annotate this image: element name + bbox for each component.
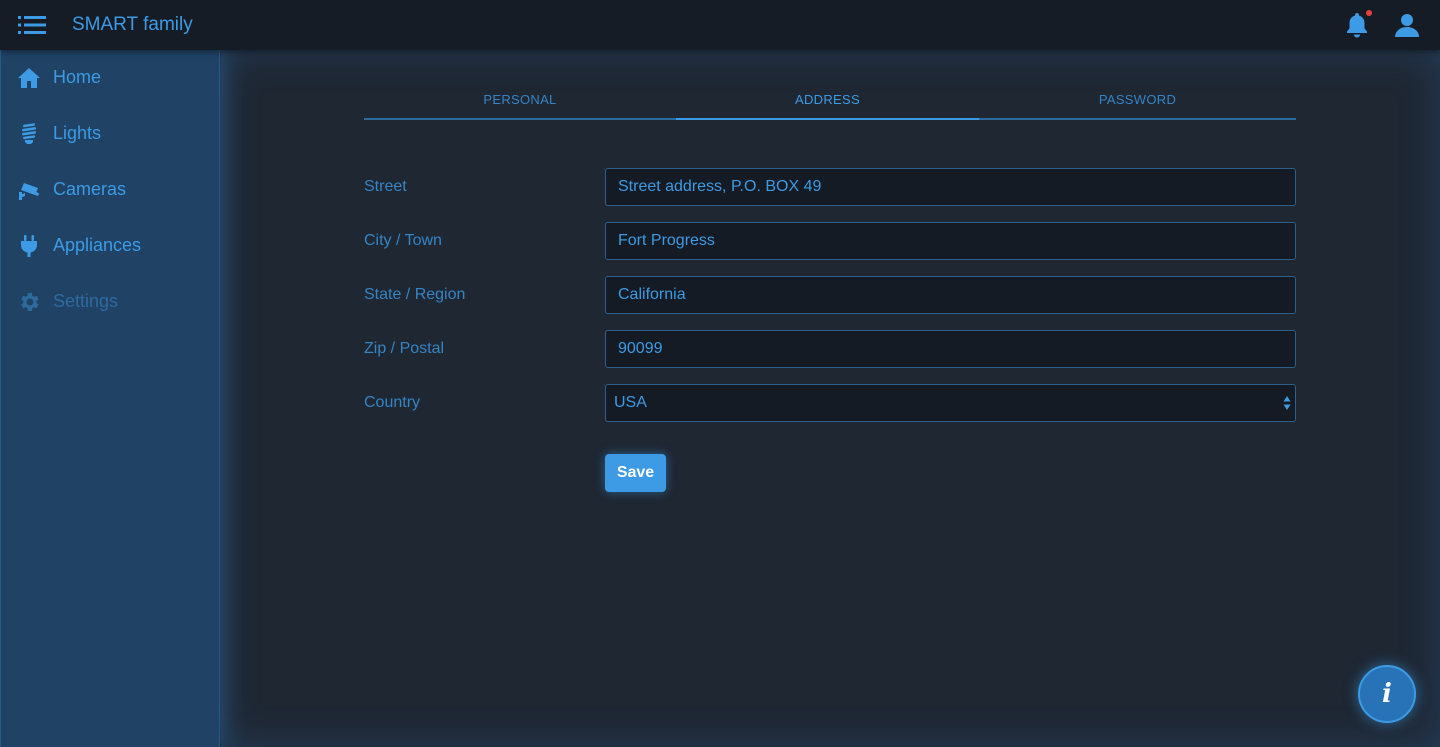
notification-dot [1366,10,1372,16]
street-label: Street [364,178,407,195]
select-arrows-icon [1283,396,1291,410]
app-title: SMART family [72,14,193,35]
zip-label: Zip / Postal [364,340,445,357]
gear-icon [21,293,39,311]
city-input[interactable]: Fort Progress [605,222,1296,260]
sidebar-item-label: Home [53,67,102,87]
city-label: City / Town [364,232,442,249]
bell-icon[interactable] [1345,12,1369,38]
sidebar-item-home[interactable]: Home [1,56,220,100]
tab-address[interactable]: ADDRESS [676,84,979,120]
country-label: Country [364,394,421,411]
top-bar: SMART family [0,0,1440,50]
state-label: State / Region [364,286,466,303]
state-input[interactable]: California [605,276,1296,314]
sidebar-item-label: Cameras [53,179,127,199]
camera-icon [19,183,40,200]
sidebar-item-cameras[interactable]: Cameras [1,168,220,212]
tab-personal[interactable]: PERSONAL [364,84,676,118]
user-icon[interactable] [1394,12,1420,38]
save-button[interactable]: Save [605,454,666,492]
sidebar-item-lights[interactable]: Lights [1,112,220,156]
menu-icon[interactable] [18,15,46,35]
settings-tabs: PERSONAL ADDRESS PASSWORD [364,84,1296,120]
sidebar-item-appliances[interactable]: Appliances [1,224,220,268]
country-value: USA [614,394,647,411]
sidebar: Home Lights Cameras Appliances Settings [0,50,220,747]
sidebar-item-settings[interactable]: Settings [1,280,220,324]
sidebar-item-label: Lights [53,123,102,143]
info-button[interactable]: i [1358,665,1416,723]
sidebar-item-label: Appliances [53,235,142,255]
street-input[interactable]: Street address, P.O. BOX 49 [605,168,1296,206]
zip-input[interactable]: 90099 [605,330,1296,368]
bulb-icon [22,123,37,144]
plug-icon [21,235,37,257]
sidebar-item-label: Settings [53,291,119,311]
tab-password[interactable]: PASSWORD [979,84,1296,118]
home-icon [18,68,40,88]
country-select[interactable]: USA [605,384,1296,422]
